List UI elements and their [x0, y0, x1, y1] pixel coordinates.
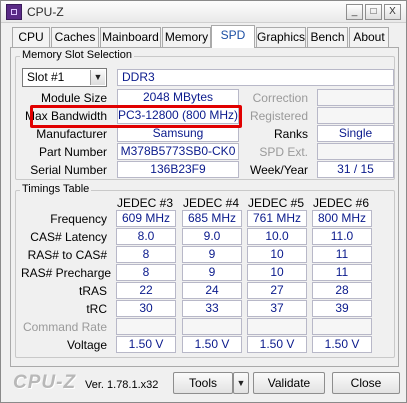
table-cell: 11 [312, 246, 372, 263]
module-size-label: Module Size [40, 91, 107, 105]
close-button[interactable]: Close [332, 372, 400, 394]
table-cell [247, 318, 307, 335]
table-cell: 10 [247, 246, 307, 263]
command-rate-label: Command Rate [22, 320, 107, 334]
ras-to-cas-label: RAS# to CAS# [27, 248, 107, 262]
validate-button[interactable]: Validate [253, 372, 325, 394]
table-cell: 9 [182, 246, 242, 263]
column-header-jedec-6: JEDEC #6 [312, 196, 370, 210]
title-bar[interactable]: CPU-Z _ □ X [1, 1, 406, 23]
table-cell: 27 [247, 282, 307, 299]
table-cell: 22 [116, 282, 176, 299]
column-header-jedec-4: JEDEC #4 [182, 196, 240, 210]
tools-dropdown-arrow-icon[interactable]: ▼ [233, 372, 249, 394]
ranks-label: Ranks [273, 127, 308, 141]
table-cell: 1.50 V [247, 336, 307, 353]
timings-table-title: Timings Table [20, 183, 92, 195]
ranks-value: Single [317, 125, 394, 142]
cpuz-window: CPU-Z _ □ X CPU Caches Mainboard Memory … [0, 0, 407, 403]
table-cell: 10.0 [247, 228, 307, 245]
table-cell: 8 [116, 246, 176, 263]
manufacturer-label: Manufacturer [36, 127, 107, 141]
tab-memory[interactable]: Memory [162, 27, 211, 47]
registered-value [317, 107, 394, 124]
column-header-jedec-3: JEDEC #3 [116, 196, 174, 210]
table-cell: 1.50 V [182, 336, 242, 353]
part-number-label: Part Number [38, 145, 107, 159]
table-cell: 8 [116, 264, 176, 281]
slot-select-value: Slot #1 [27, 70, 65, 84]
version-text: Ver. 1.78.1.x32 [85, 379, 159, 391]
tab-bench[interactable]: Bench [307, 27, 348, 47]
serial-number-label: Serial Number [30, 163, 107, 177]
table-cell: 28 [312, 282, 372, 299]
tras-label: tRAS [78, 284, 107, 298]
week-year-label: Week/Year [249, 163, 308, 177]
minimize-button[interactable]: _ [346, 4, 363, 20]
frequency-label: Frequency [50, 212, 107, 226]
table-cell: 10 [247, 264, 307, 281]
table-cell [182, 318, 242, 335]
serial-number-value: 136B23F9 [117, 161, 239, 178]
max-bandwidth-highlight [30, 105, 242, 128]
cpuz-brand-logo: CPU-Z [13, 372, 77, 393]
trc-label: tRC [86, 302, 107, 316]
spd-ext-value [317, 143, 394, 160]
tab-mainboard[interactable]: Mainboard [100, 27, 161, 47]
table-cell: 761 MHz [247, 210, 307, 227]
cas-latency-label: CAS# Latency [30, 230, 107, 244]
table-cell: 609 MHz [116, 210, 176, 227]
table-cell [116, 318, 176, 335]
table-cell: 33 [182, 300, 242, 317]
table-cell: 1.50 V [116, 336, 176, 353]
table-cell: 685 MHz [182, 210, 242, 227]
table-cell: 8.0 [116, 228, 176, 245]
table-cell: 1.50 V [312, 336, 372, 353]
table-cell [312, 318, 372, 335]
cpuz-app-icon [6, 4, 22, 20]
memory-type-value: DDR3 [117, 69, 394, 86]
tab-spd[interactable]: SPD [211, 25, 255, 48]
chevron-down-icon[interactable]: ▼ [90, 70, 105, 85]
module-size-value: 2048 MBytes [117, 89, 239, 106]
tools-button[interactable]: Tools [173, 372, 233, 394]
window-title: CPU-Z [27, 5, 64, 19]
slot-select[interactable]: Slot #1 ▼ [22, 68, 107, 87]
close-window-button[interactable]: X [384, 4, 401, 20]
table-cell: 37 [247, 300, 307, 317]
correction-label: Correction [252, 91, 308, 105]
maximize-button[interactable]: □ [365, 4, 382, 20]
ras-precharge-label: RAS# Precharge [21, 266, 112, 280]
table-cell: 9.0 [182, 228, 242, 245]
memory-slot-selection-title: Memory Slot Selection [20, 49, 135, 61]
week-year-value: 31 / 15 [317, 161, 394, 178]
table-cell: 9 [182, 264, 242, 281]
registered-label: Registered [249, 109, 308, 123]
part-number-value: M378B5773SB0-CK0 [117, 143, 239, 160]
table-cell: 30 [116, 300, 176, 317]
tab-cpu[interactable]: CPU [12, 27, 50, 47]
table-cell: 800 MHz [312, 210, 372, 227]
correction-value [317, 89, 394, 106]
table-cell: 39 [312, 300, 372, 317]
tab-about[interactable]: About [349, 27, 389, 47]
tab-caches[interactable]: Caches [51, 27, 99, 47]
tab-graphics[interactable]: Graphics [256, 27, 306, 47]
table-cell: 24 [182, 282, 242, 299]
spd-ext-label: SPD Ext. [259, 145, 308, 159]
column-header-jedec-5: JEDEC #5 [247, 196, 305, 210]
table-cell: 11.0 [312, 228, 372, 245]
table-cell: 11 [312, 264, 372, 281]
voltage-label: Voltage [66, 338, 107, 352]
